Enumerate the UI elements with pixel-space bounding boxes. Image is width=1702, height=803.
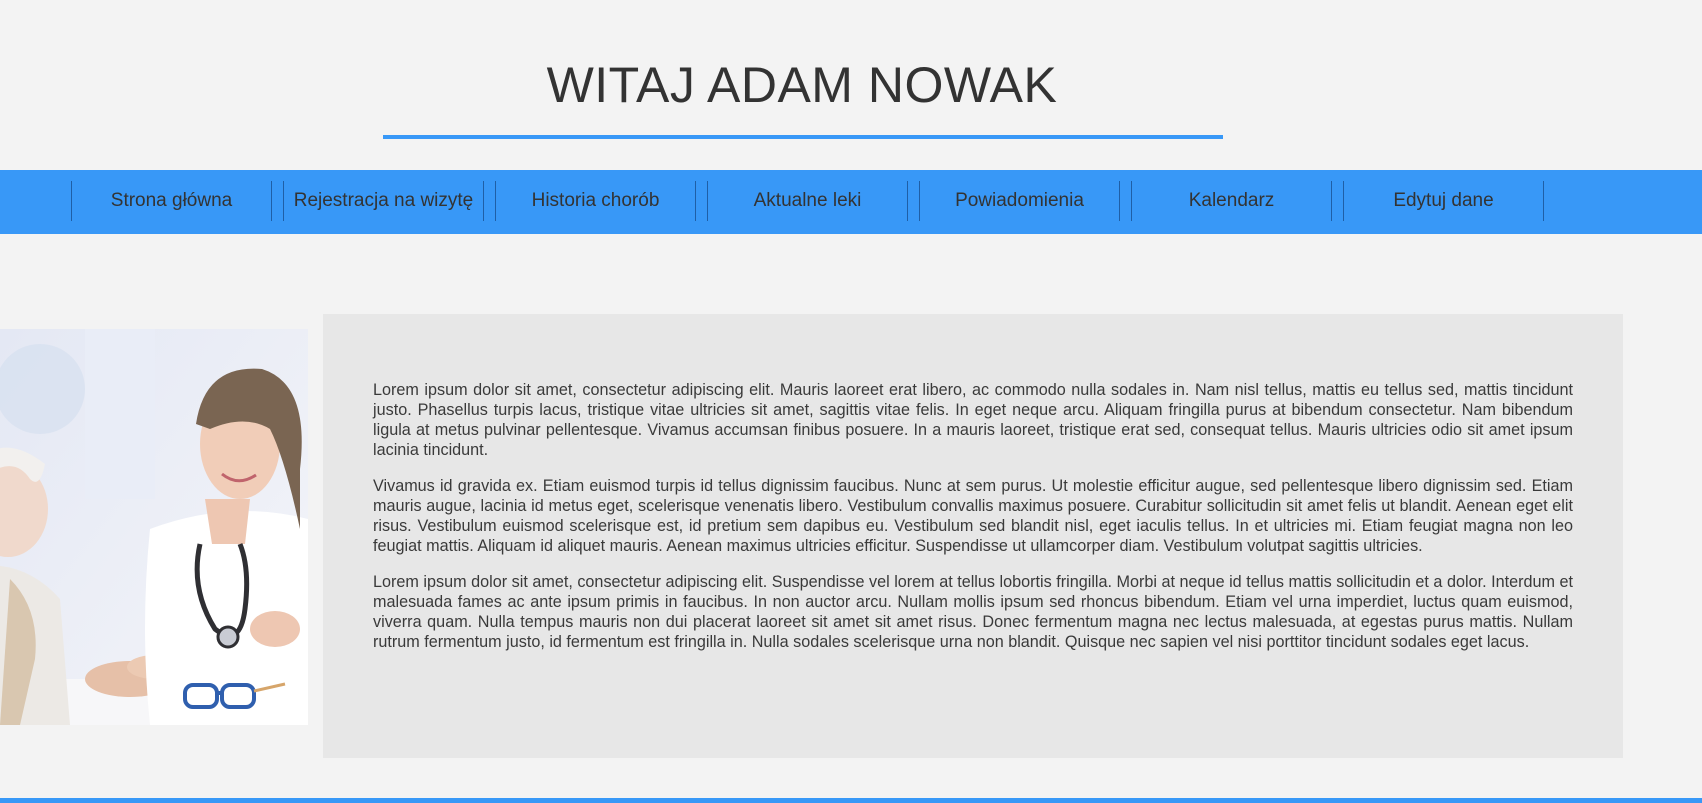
footer-bar xyxy=(0,798,1702,803)
nav-item-kalendarz[interactable]: Kalendarz xyxy=(1131,181,1332,221)
doctor-patient-illustration xyxy=(0,329,308,725)
paragraph-1: Lorem ipsum dolor sit amet, consectetur … xyxy=(373,381,1573,459)
main-nav: Strona główna Rejestracja na wizytę Hist… xyxy=(0,170,1702,234)
content-text: Lorem ipsum dolor sit amet, consectetur … xyxy=(373,380,1573,668)
page: WITAJ ADAM NOWAK Strona główna Rejestrac… xyxy=(0,0,1702,803)
paragraph-3: Lorem ipsum dolor sit amet, consectetur … xyxy=(373,573,1573,651)
nav-item-strona-glowna[interactable]: Strona główna xyxy=(71,181,272,221)
doctor-patient-photo xyxy=(0,329,308,725)
page-header: WITAJ ADAM NOWAK xyxy=(0,0,1702,170)
nav-item-historia-chorob[interactable]: Historia chorób xyxy=(495,181,696,221)
content-panel: Lorem ipsum dolor sit amet, consectetur … xyxy=(323,314,1623,758)
nav-item-aktualne-leki[interactable]: Aktualne leki xyxy=(707,181,908,221)
paragraph-2: Vivamus id gravida ex. Etiam euismod tur… xyxy=(373,477,1573,555)
nav-item-rejestracja[interactable]: Rejestracja na wizytę xyxy=(283,181,484,221)
nav-item-powiadomienia[interactable]: Powiadomienia xyxy=(919,181,1120,221)
page-title: WITAJ ADAM NOWAK xyxy=(546,57,1058,113)
title-underline xyxy=(383,135,1223,139)
nav-item-edytuj-dane[interactable]: Edytuj dane xyxy=(1343,181,1544,221)
